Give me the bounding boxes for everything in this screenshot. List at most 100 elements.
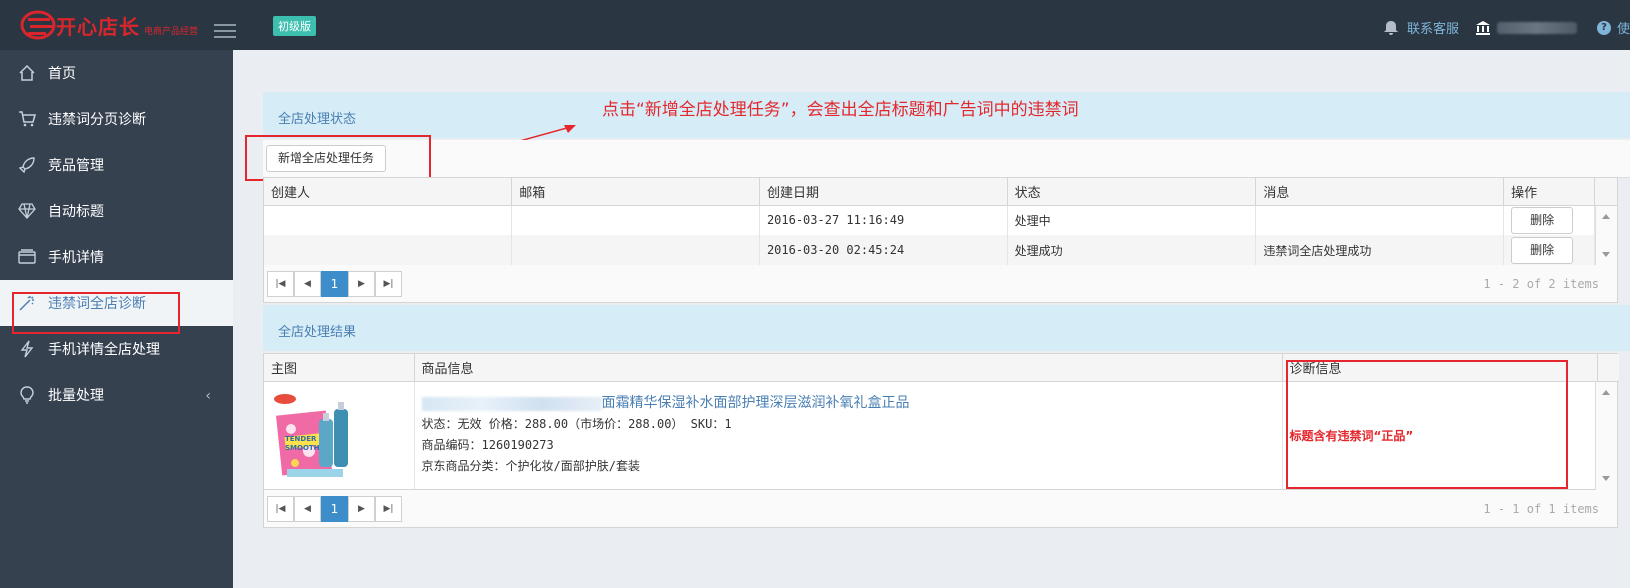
product-status-line: 状态：无效 价格：288.00（市场价：288.00） SKU：1 — [421, 417, 732, 432]
column-header[interactable]: 创建人 — [264, 178, 513, 206]
status-table: 创建人 邮箱 创建日期 状态 消息 操作 2016-03-27 11:16:49… — [264, 178, 1617, 265]
rocket-icon — [18, 157, 35, 174]
column-header[interactable]: 创建日期 — [759, 178, 1008, 206]
top-right-menu: 联系客服 ? 使 — [1383, 18, 1630, 37]
cell-message: 违禁词全店处理成功 — [1255, 235, 1505, 265]
bell-icon — [1383, 20, 1398, 35]
cell-creator — [264, 235, 513, 265]
sidebar-item-label: 手机详情 — [48, 250, 104, 266]
sidebar-item-label: 批量处理 — [48, 388, 104, 404]
status-grid: 创建人 邮箱 创建日期 状态 消息 操作 2016-03-27 11:16:49… — [263, 177, 1618, 265]
delete-button[interactable]: 删除 — [1511, 206, 1574, 234]
scroll-down-icon[interactable] — [1602, 252, 1610, 257]
delete-button[interactable]: 删除 — [1511, 236, 1574, 264]
table-row[interactable]: 2016-03-20 02:45:24 处理成功 违禁词全店处理成功 删除 — [264, 235, 1617, 265]
last-page-icon[interactable]: ▶| — [375, 496, 402, 522]
scroll-down-icon[interactable] — [1602, 476, 1610, 481]
diamond-icon — [18, 203, 36, 219]
result-pager: |◀ ◀ 1 ▶ ▶| 1 - 1 of 1 items — [263, 490, 1618, 528]
cell-action: 删除 — [1503, 235, 1596, 265]
sidebar-item-batch[interactable]: 批量处理 ‹ — [0, 372, 233, 418]
menu-toggle-icon[interactable] — [214, 24, 236, 38]
column-header-scroll — [1594, 178, 1617, 206]
pager-info: 1 - 2 of 2 items — [1483, 277, 1599, 291]
support-link[interactable]: 联系客服 — [1407, 18, 1459, 37]
status-scrollbar[interactable] — [1595, 206, 1617, 265]
highlight-box-button — [245, 135, 431, 181]
first-page-icon[interactable]: |◀ — [267, 496, 294, 522]
column-header[interactable]: 邮箱 — [511, 178, 760, 206]
title-blurred-part — [421, 396, 602, 411]
cell-message — [1255, 205, 1505, 235]
highlight-box-nav — [12, 292, 180, 334]
table-row[interactable]: 2016-03-27 11:16:49 处理中 删除 — [264, 205, 1617, 235]
sidebar-item-label: 手机详情全店处理 — [48, 342, 160, 358]
prev-page-icon[interactable]: ◀ — [294, 271, 321, 297]
version-badge: 初级版 — [273, 16, 316, 36]
sidebar-item-label: 自动标题 — [48, 204, 104, 220]
logo-subtitle: 电商产品经营 — [144, 26, 199, 37]
cell-main-image: TENDER SMOOTH — [264, 381, 415, 489]
column-header[interactable]: 商品信息 — [414, 354, 1283, 382]
product-code-line: 商品编码：1260190273 — [421, 438, 554, 453]
bank-icon — [1475, 20, 1490, 35]
sidebar-item-mobile-detail[interactable]: 手机详情 — [0, 234, 233, 280]
status-pager: |◀ ◀ 1 ▶ ▶| 1 - 2 of 2 items — [263, 265, 1618, 303]
column-header[interactable]: 状态 — [1007, 178, 1257, 206]
help-icon[interactable]: ? — [1596, 20, 1611, 35]
status-toolbar — [263, 140, 1630, 178]
logo-text: 开心店长 — [56, 14, 140, 39]
product-image-label: TENDER SMOOTH — [285, 435, 320, 453]
sidebar-item-auto-title[interactable]: 自动标题 — [0, 188, 233, 234]
scroll-up-icon[interactable] — [1602, 390, 1610, 395]
annotation-text: 点击“新增全店处理任务”，会查出全店标题和广告词中的违禁词 — [602, 100, 1079, 120]
pager-info: 1 - 1 of 1 items — [1483, 502, 1599, 516]
shop-name-blurred[interactable] — [1496, 21, 1577, 34]
product-title-link[interactable]: 面霜精华保湿补水面部护理深层滋润补氧礼盒正品 — [602, 395, 910, 411]
last-page-icon[interactable]: ▶| — [375, 271, 402, 297]
column-header[interactable]: 操作 — [1503, 178, 1596, 206]
logo-mark-icon — [20, 10, 56, 40]
scroll-up-icon[interactable] — [1602, 214, 1610, 219]
cell-action: 删除 — [1503, 205, 1596, 235]
sidebar-item-label: 竞品管理 — [48, 158, 104, 174]
column-header-scroll — [1597, 354, 1619, 382]
next-page-icon[interactable]: ▶ — [348, 496, 375, 522]
status-panel-title: 全店处理状态 — [278, 112, 357, 127]
product-category-line: 京东商品分类：个护化妆/面部护肤/套装 — [421, 459, 640, 474]
wallet-icon — [18, 249, 36, 264]
sidebar-item-page-diagnosis[interactable]: 违禁词分页诊断 — [0, 96, 233, 142]
highlight-box-diagnosis — [1286, 360, 1568, 489]
cell-date: 2016-03-20 02:45:24 — [759, 235, 1008, 265]
column-header[interactable]: 消息 — [1255, 178, 1505, 206]
cell-date: 2016-03-27 11:16:49 — [759, 205, 1008, 235]
cell-status: 处理成功 — [1007, 235, 1257, 265]
result-panel-title: 全店处理结果 — [278, 325, 357, 340]
bulb-icon — [20, 386, 34, 404]
first-page-icon[interactable]: |◀ — [267, 271, 294, 297]
cell-product-info: 面霜精华保湿补水面部护理深层滋润补氧礼盒正品 状态：无效 价格：288.00（市… — [414, 381, 1283, 489]
product-image[interactable]: TENDER SMOOTH — [271, 389, 361, 481]
cell-email — [511, 205, 760, 235]
sidebar-item-competitor[interactable]: 竞品管理 — [0, 142, 233, 188]
sidebar-item-home[interactable]: 首页 — [0, 50, 233, 96]
cell-creator — [264, 205, 513, 235]
page-number[interactable]: 1 — [321, 496, 348, 522]
prev-page-icon[interactable]: ◀ — [294, 496, 321, 522]
top-bar: 开心店长 电商产品经营 初级版 联系客服 ? 使 — [0, 0, 1630, 50]
user-menu-label[interactable]: 使 — [1617, 18, 1630, 37]
home-icon — [19, 64, 35, 81]
result-panel-header: 全店处理结果 — [263, 305, 1630, 351]
cart-icon — [19, 111, 36, 127]
column-header[interactable]: 主图 — [264, 354, 415, 382]
chevron-left-icon: ‹ — [205, 388, 211, 404]
result-scrollbar[interactable] — [1595, 382, 1617, 490]
sidebar-item-label: 违禁词分页诊断 — [48, 112, 146, 128]
logo[interactable]: 开心店长 电商产品经营 — [20, 8, 198, 42]
cell-email — [511, 235, 760, 265]
table-header-row: 创建人 邮箱 创建日期 状态 消息 操作 — [264, 178, 1617, 206]
cell-status: 处理中 — [1007, 205, 1257, 235]
bolt-icon — [20, 340, 34, 358]
next-page-icon[interactable]: ▶ — [348, 271, 375, 297]
page-number[interactable]: 1 — [321, 271, 348, 297]
